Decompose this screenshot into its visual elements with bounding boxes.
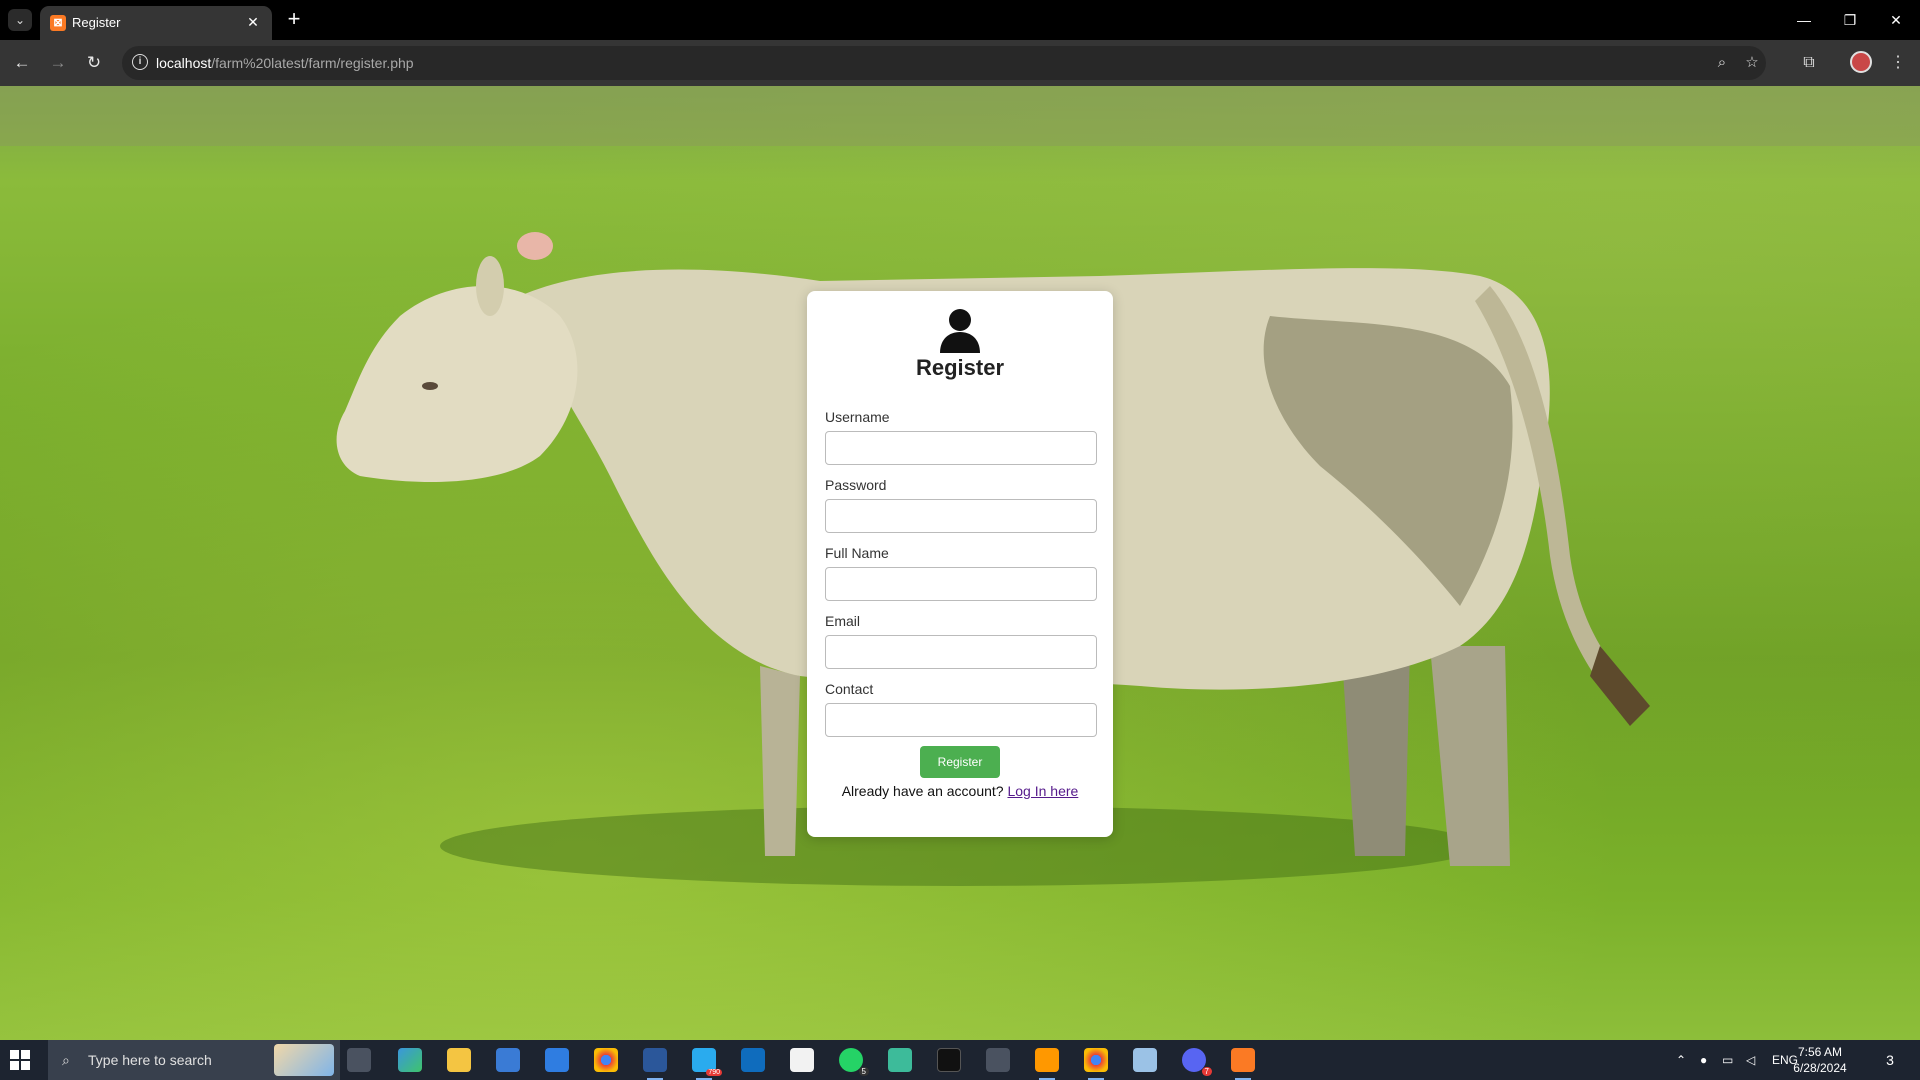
store-icon[interactable] bbox=[790, 1048, 814, 1072]
network-icon[interactable]: ▭ bbox=[1722, 1052, 1733, 1068]
taskbar-search[interactable]: ⌕ Type here to search bbox=[48, 1040, 340, 1080]
username-label: Username bbox=[825, 409, 890, 425]
contact-field[interactable] bbox=[825, 703, 1097, 737]
email-label: Email bbox=[825, 613, 861, 629]
cow-ear bbox=[517, 232, 553, 260]
register-button[interactable]: Register bbox=[920, 746, 1000, 778]
telegram-badge: 790 bbox=[706, 1069, 722, 1076]
bookmark-star-icon[interactable]: ☆ bbox=[1742, 53, 1762, 73]
menu-kebab-icon[interactable]: ⋮ bbox=[1886, 51, 1910, 75]
whatsapp-icon[interactable]: 5 bbox=[839, 1048, 869, 1076]
notification-center-icon[interactable]: 3 bbox=[1880, 1050, 1900, 1070]
xampp-taskbar-icon[interactable] bbox=[1231, 1048, 1255, 1080]
chrome-profile-icon[interactable] bbox=[1084, 1048, 1108, 1080]
clock-date: 6/28/2024 bbox=[1793, 1061, 1847, 1075]
login-link[interactable]: Log In here bbox=[1007, 783, 1078, 799]
notification-count: 3 bbox=[1886, 1052, 1894, 1068]
microphone-icon[interactable]: ● bbox=[1700, 1052, 1707, 1068]
discord-badge: 7 bbox=[1201, 1067, 1212, 1076]
tab-strip: ⌄ ⊠ Register ✕ + — ❐ ✕ bbox=[0, 0, 1920, 40]
forward-arrow-icon[interactable]: → bbox=[46, 51, 70, 75]
email-field[interactable] bbox=[825, 635, 1097, 669]
tray-chevron-icon[interactable]: ⌃ bbox=[1676, 1052, 1686, 1068]
discord-icon[interactable]: 7 bbox=[1182, 1048, 1212, 1076]
user-icon bbox=[940, 309, 980, 353]
search-highlight-image bbox=[274, 1044, 334, 1076]
full-name-field[interactable] bbox=[825, 567, 1097, 601]
clock[interactable]: 7:56 AM 6/28/2024 bbox=[1784, 1044, 1856, 1076]
android-studio-icon[interactable] bbox=[888, 1048, 912, 1072]
edge-icon[interactable] bbox=[398, 1048, 422, 1072]
password-field[interactable] bbox=[825, 499, 1097, 533]
mail-icon[interactable] bbox=[545, 1048, 569, 1072]
site-info-icon[interactable]: i bbox=[132, 54, 148, 70]
full-name-label: Full Name bbox=[825, 545, 889, 561]
search-icon: ⌕ bbox=[62, 1052, 70, 1068]
installer-icon[interactable] bbox=[986, 1048, 1010, 1072]
browser-tab[interactable]: ⊠ Register ✕ bbox=[40, 6, 272, 40]
outlook-icon[interactable] bbox=[741, 1048, 765, 1072]
volume-icon[interactable]: ◁ bbox=[1746, 1052, 1755, 1068]
cow-ear-near bbox=[476, 256, 504, 316]
whatsapp-badge: 5 bbox=[858, 1067, 869, 1076]
taskbar: ⌕ Type here to search 790 5 7 ⌃ ● ▭ ◁ EN… bbox=[0, 1040, 1920, 1080]
address-bar[interactable]: i localhost/farm%20latest/farm/register.… bbox=[122, 46, 1766, 80]
restore-button[interactable]: ❐ bbox=[1830, 6, 1870, 34]
reload-icon[interactable]: ↻ bbox=[82, 51, 106, 75]
cow-head bbox=[336, 286, 578, 482]
chrome-icon[interactable] bbox=[594, 1048, 618, 1072]
extensions-puzzle-icon[interactable]: ⧉ bbox=[1797, 51, 1821, 75]
close-window-button[interactable]: ✕ bbox=[1876, 6, 1916, 34]
close-tab-icon[interactable]: ✕ bbox=[244, 13, 262, 31]
register-card: Register Username Password Full Name Ema… bbox=[807, 291, 1113, 837]
login-prompt: Already have an account? Log In here bbox=[807, 783, 1113, 799]
task-view-icon[interactable] bbox=[347, 1048, 371, 1072]
url-text[interactable]: localhost/farm%20latest/farm/register.ph… bbox=[156, 55, 414, 71]
zoom-icon[interactable]: ⌕ bbox=[1712, 53, 1732, 73]
sublime-text-icon[interactable] bbox=[1035, 1048, 1059, 1080]
notepad-icon[interactable] bbox=[1133, 1048, 1157, 1072]
clock-time: 7:56 AM bbox=[1797, 1045, 1843, 1059]
minimize-button[interactable]: — bbox=[1784, 6, 1824, 34]
login-prompt-text: Already have an account? bbox=[841, 783, 1004, 799]
page-background: Register Username Password Full Name Ema… bbox=[0, 86, 1920, 1040]
microsoft-store-desktop-icon[interactable] bbox=[496, 1048, 520, 1072]
back-arrow-icon[interactable]: ← bbox=[10, 51, 34, 75]
tab-search-button[interactable]: ⌄ bbox=[8, 9, 32, 31]
telegram-icon[interactable]: 790 bbox=[692, 1048, 722, 1080]
xampp-icon: ⊠ bbox=[50, 15, 66, 31]
cow-tail-tuft bbox=[1590, 646, 1650, 726]
file-explorer-icon[interactable] bbox=[447, 1048, 471, 1072]
cow-front-leg bbox=[760, 666, 800, 856]
username-field[interactable] bbox=[825, 431, 1097, 465]
distant-field bbox=[0, 86, 1920, 146]
word-icon[interactable] bbox=[643, 1048, 667, 1080]
page-title: Register bbox=[915, 355, 1005, 380]
windows-start-icon[interactable] bbox=[10, 1050, 30, 1070]
cow-eye bbox=[422, 382, 438, 390]
profile-avatar[interactable] bbox=[1850, 51, 1872, 73]
password-label: Password bbox=[825, 477, 887, 493]
tab-title: Register bbox=[72, 15, 121, 30]
tiktok-icon[interactable] bbox=[937, 1048, 961, 1072]
browser-toolbar: ← → ↻ i localhost/farm%20latest/farm/reg… bbox=[0, 40, 1920, 86]
search-placeholder: Type here to search bbox=[88, 1052, 212, 1068]
new-tab-button[interactable]: + bbox=[282, 8, 306, 32]
contact-label: Contact bbox=[825, 681, 874, 697]
